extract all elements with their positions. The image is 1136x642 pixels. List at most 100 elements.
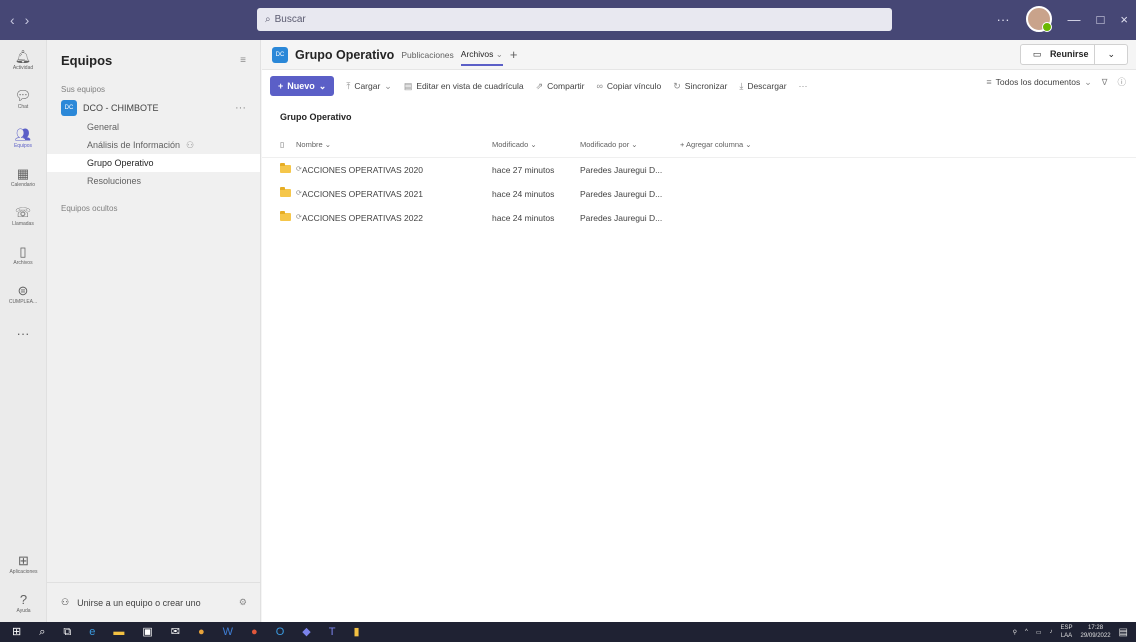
settings-icon[interactable]: ⚙	[239, 597, 247, 608]
column-label: Modificado por	[580, 140, 630, 149]
plus-icon: +	[278, 81, 284, 91]
download-icon: ⤓	[739, 80, 744, 91]
rail-item-help[interactable]: ? Ayuda	[0, 585, 47, 622]
share-icon: ⇗	[535, 80, 544, 91]
minimize-button[interactable]: —	[1068, 12, 1081, 27]
notifications-icon[interactable]: ▤	[1119, 627, 1128, 638]
upload-button[interactable]: ⤒ Cargar ⌄	[346, 81, 392, 92]
tab-publicaciones[interactable]: Publicaciones	[401, 50, 453, 60]
column-label: Modificado	[492, 140, 529, 149]
rail-more-button[interactable]: ···	[0, 315, 46, 352]
rail-label: Chat	[17, 104, 29, 110]
more-commands-button[interactable]: ···	[799, 81, 808, 91]
panel-title: Equipos	[61, 52, 113, 68]
phone-icon: ☏	[14, 205, 32, 220]
close-button[interactable]: ×	[1120, 12, 1128, 27]
column-modified-by[interactable]: Modificado por ⌄	[580, 140, 680, 149]
forward-icon[interactable]: ›	[25, 12, 30, 28]
network-icon[interactable]: ▭	[1036, 629, 1042, 636]
rail-item-files[interactable]: ▯ Archivos	[0, 237, 46, 274]
info-icon[interactable]: ⓘ	[1117, 76, 1126, 88]
browser-icon[interactable]: ●	[251, 626, 258, 638]
search-placeholder: Buscar	[274, 14, 306, 25]
channel-label: General	[87, 122, 120, 132]
person-icon[interactable]: ⚲	[1013, 629, 1017, 636]
channel-item-analisis[interactable]: Análisis de Información ⚇	[47, 136, 260, 154]
share-button[interactable]: ⇗ Compartir	[536, 81, 585, 92]
sync-label: Sincronizar	[684, 81, 728, 91]
rail-item-chat[interactable]: 💬︎ Chat	[0, 81, 46, 118]
channel-item-general[interactable]: General	[47, 118, 260, 136]
grid-icon: ▤	[403, 80, 413, 91]
team-item[interactable]: DC DCO - CHIMBOTE ···	[47, 98, 260, 118]
outlook-icon[interactable]: O	[276, 626, 285, 638]
edge-icon[interactable]: e	[89, 626, 95, 638]
rail-item-calls[interactable]: ☏ Llamadas	[0, 198, 46, 235]
modified-cell: hace 24 minutos	[492, 213, 555, 223]
language-indicator[interactable]: ESP LAA	[1061, 624, 1073, 640]
search-icon[interactable]: ⌕	[39, 626, 45, 638]
join-team-label: Unirse a un equipo o crear uno	[77, 597, 201, 608]
view-selector[interactable]: ≡ Todos los documentos ⌄	[986, 77, 1091, 88]
grid-view-button[interactable]: ▤ Editar en vista de cuadrícula	[404, 81, 524, 92]
notes-icon[interactable]: ▮	[353, 626, 359, 638]
team-more-button[interactable]: ···	[235, 102, 246, 114]
file-explorer-icon[interactable]: ▬	[113, 626, 124, 638]
layout-text: LAA	[1060, 633, 1073, 639]
column-name[interactable]: Nombre ⌄	[296, 140, 492, 149]
rail-label: Llamadas	[12, 221, 34, 227]
store-icon[interactable]: ▣	[142, 626, 152, 638]
chrome-icon[interactable]: ●	[198, 626, 205, 638]
hidden-teams-label[interactable]: Equipos ocultos	[47, 190, 260, 213]
rail-item-apps[interactable]: ⊞ Aplicaciones	[0, 546, 47, 583]
channel-item-resoluciones[interactable]: Resoluciones	[47, 172, 260, 190]
search-input[interactable]: ⌕ Buscar	[257, 8, 892, 31]
download-button[interactable]: ⤓ Descargar	[739, 81, 786, 92]
teams-icon[interactable]: T	[329, 626, 336, 638]
file-name[interactable]: ⟳ACCIONES OPERATIVAS 2022	[296, 213, 492, 223]
word-icon[interactable]: W	[223, 626, 233, 638]
channel-item-grupo-operativo[interactable]: Grupo Operativo	[47, 154, 260, 172]
meet-button[interactable]: ▭ Reunirse ⌄	[1019, 44, 1128, 65]
filter-icon[interactable]: ∇	[1102, 77, 1108, 88]
more-options-button[interactable]: ···	[997, 12, 1010, 27]
app-icon[interactable]: ◆	[302, 626, 310, 638]
link-icon: ∞	[596, 81, 603, 91]
table-row[interactable]: ⟳ACCIONES OPERATIVAS 2022 hace 24 minuto…	[262, 206, 1136, 230]
add-tab-button[interactable]: +	[510, 47, 518, 62]
chevron-up-icon[interactable]: ^	[1025, 629, 1028, 635]
mail-icon[interactable]: ✉	[171, 626, 180, 638]
rail-item-app[interactable]: ⊜ CUMPLEA...	[0, 276, 46, 313]
library-title: Grupo Operativo	[280, 112, 352, 122]
avatar[interactable]	[1025, 6, 1052, 32]
filter-icon[interactable]: ≡	[240, 55, 246, 66]
task-view-icon[interactable]: ⧉	[63, 626, 71, 638]
upload-label: Cargar	[354, 81, 381, 91]
table-row[interactable]: ⟳ACCIONES OPERATIVAS 2021 hace 24 minuto…	[262, 182, 1136, 206]
file-type-icon: ▯	[280, 140, 285, 149]
sync-button[interactable]: ↻ Sincronizar	[673, 81, 727, 92]
join-team-button[interactable]: ⚇ Unirse a un equipo o crear uno	[61, 597, 201, 608]
channel-badge: DC	[272, 46, 288, 63]
windows-start-icon[interactable]: ⊞	[12, 626, 21, 638]
rail-item-calendar[interactable]: ▦ Calendario	[0, 159, 46, 196]
add-column-button[interactable]: + Agregar columna ⌄	[680, 140, 752, 149]
file-name[interactable]: ⟳ACCIONES OPERATIVAS 2020	[296, 165, 492, 175]
meet-dropdown[interactable]: ⌄	[1094, 45, 1127, 64]
rail-item-activity[interactable]: 🔔︎ Actividad	[0, 42, 46, 79]
date-text: 29/09/2022	[1080, 633, 1111, 639]
back-icon[interactable]: ‹	[10, 12, 15, 28]
chevron-down-icon: ⌄	[384, 80, 392, 91]
column-modified[interactable]: Modificado ⌄	[492, 140, 580, 149]
file-name[interactable]: ⟳ACCIONES OPERATIVAS 2021	[296, 189, 492, 199]
modified-by-cell: Paredes Jauregui D...	[580, 189, 663, 199]
tab-archivos[interactable]: Archivos ⌄	[460, 49, 503, 66]
rail-item-teams[interactable]: 👥︎ Equipos	[0, 120, 46, 157]
file-name-text: ACCIONES OPERATIVAS 2020	[301, 165, 423, 175]
copy-link-button[interactable]: ∞ Copiar vínculo	[596, 81, 661, 91]
maximize-button[interactable]: □	[1097, 12, 1105, 27]
volume-icon[interactable]: ♪	[1050, 629, 1053, 635]
new-button[interactable]: + Nuevo ⌄	[270, 76, 335, 96]
clock[interactable]: 17:28 29/09/2022	[1081, 624, 1111, 640]
table-row[interactable]: ⟳ACCIONES OPERATIVAS 2020 hace 27 minuto…	[262, 158, 1136, 182]
